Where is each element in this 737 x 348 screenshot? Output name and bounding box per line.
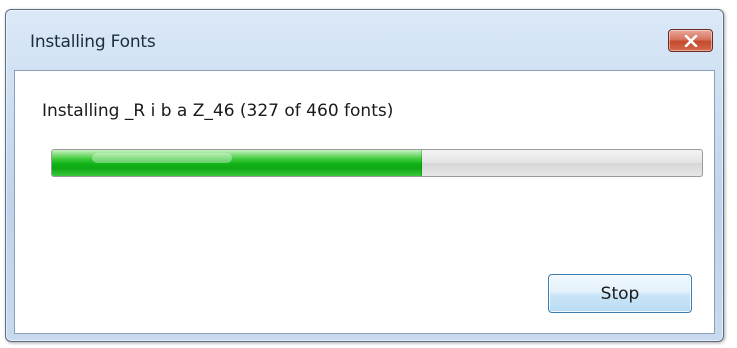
install-fonts-dialog: Installing Fonts Installing _R i b a Z_4… bbox=[5, 9, 724, 342]
close-button[interactable] bbox=[668, 29, 713, 52]
close-icon bbox=[684, 34, 697, 47]
progress-fill bbox=[52, 150, 422, 176]
stop-button[interactable]: Stop bbox=[548, 274, 692, 313]
title-bar[interactable]: Installing Fonts bbox=[6, 10, 723, 70]
window-title: Installing Fonts bbox=[30, 32, 156, 52]
install-progress-bar bbox=[51, 149, 703, 177]
install-status-text: Installing _R i b a Z_46 (327 of 460 fon… bbox=[42, 101, 394, 121]
